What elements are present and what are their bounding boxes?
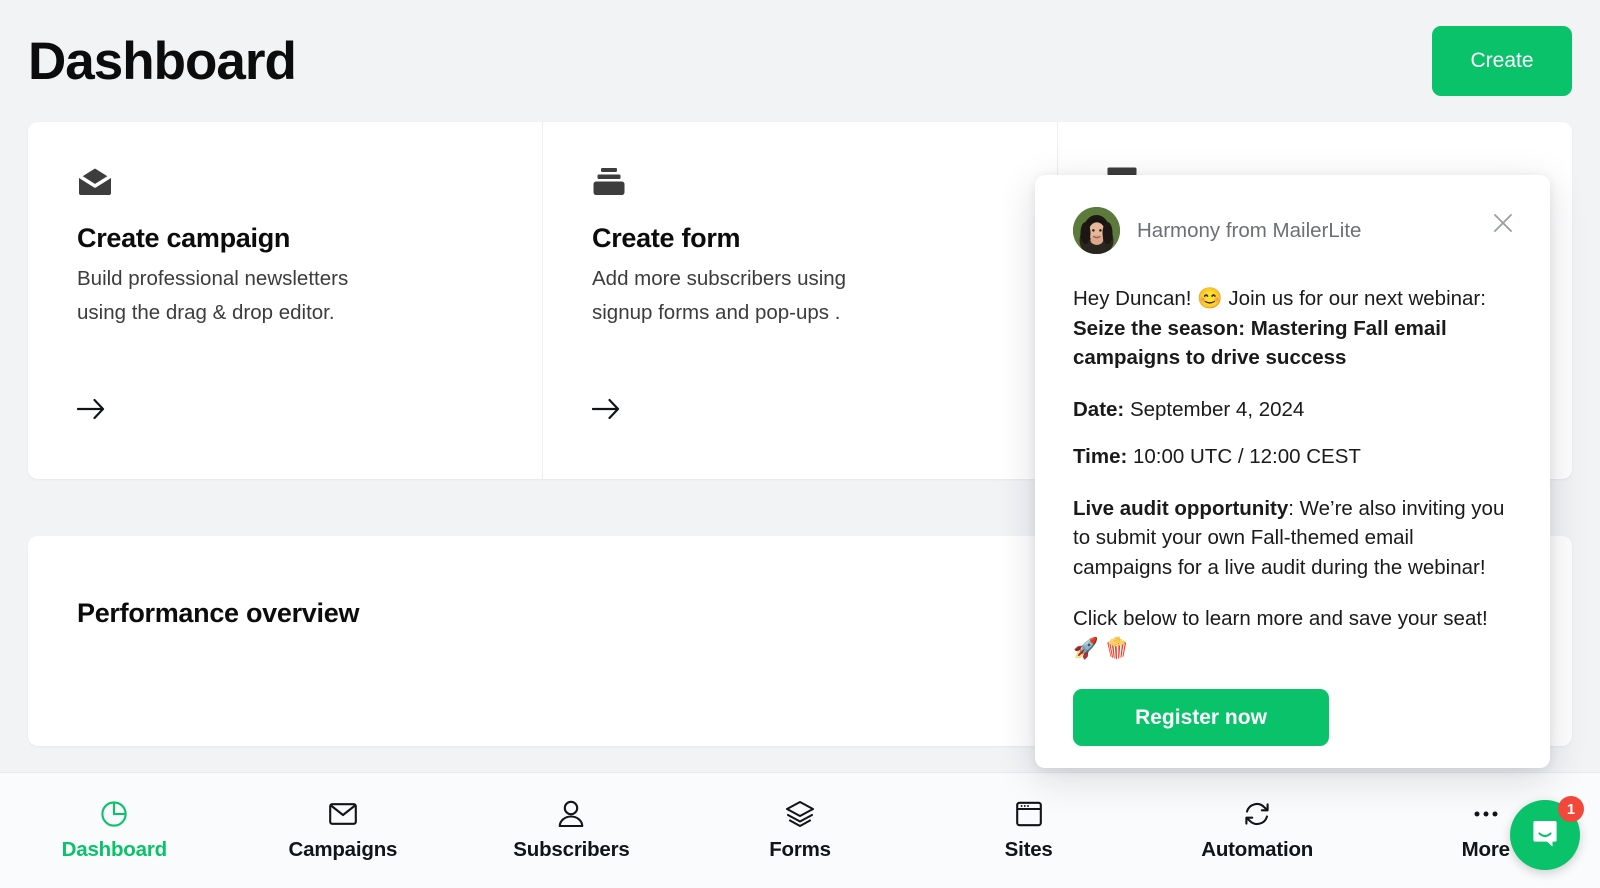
time-label: Time:	[1073, 445, 1127, 468]
card-create-campaign[interactable]: Create campaign Build professional newsl…	[28, 122, 543, 479]
greeting-prefix: Hey Duncan!	[1073, 287, 1197, 310]
page-header: Dashboard Create	[28, 0, 1572, 122]
date-label: Date:	[1073, 398, 1124, 421]
envelope-icon	[329, 799, 357, 829]
chat-time-paragraph: Time: 10:00 UTC / 12:00 CEST	[1073, 442, 1512, 472]
chat-audit-paragraph: Live audit opportunity: We’re also invit…	[1073, 494, 1512, 583]
chat-launcher-button[interactable]: 1	[1510, 800, 1580, 870]
chat-bubble-icon	[1528, 816, 1562, 855]
arrow-right-icon[interactable]	[592, 398, 620, 425]
nav-item-forms[interactable]: Forms	[686, 799, 915, 862]
card-title: Create form	[592, 223, 1008, 254]
nav-item-sites[interactable]: Sites	[914, 799, 1143, 862]
nav-item-subscribers[interactable]: Subscribers	[457, 799, 686, 862]
chat-unread-badge: 1	[1558, 796, 1584, 822]
avatar	[1073, 207, 1120, 254]
pie-chart-icon	[100, 799, 128, 829]
chat-popup-header: Harmony from MailerLite	[1073, 207, 1512, 254]
nav-item-campaigns[interactable]: Campaigns	[229, 799, 458, 862]
browser-icon	[1016, 799, 1042, 829]
nav-label: Automation	[1201, 838, 1313, 862]
close-icon[interactable]	[1488, 208, 1518, 238]
arrow-right-icon[interactable]	[77, 398, 105, 425]
webinar-title: Seize the season: Mastering Fall email c…	[1073, 317, 1447, 370]
bottom-navigation: Dashboard Campaigns Subscribers	[0, 772, 1600, 888]
time-value: 10:00 UTC / 12:00 CEST	[1127, 445, 1361, 468]
nav-label: Forms	[769, 838, 831, 862]
nav-label: Dashboard	[62, 838, 167, 862]
register-now-button[interactable]: Register now	[1073, 689, 1329, 746]
chat-message-popup: Harmony from MailerLite Hey Duncan! 😊 Jo…	[1035, 175, 1550, 768]
nav-item-dashboard[interactable]: Dashboard	[0, 799, 229, 862]
smile-emoji: 😊	[1197, 287, 1223, 310]
nav-label: Sites	[1005, 838, 1053, 862]
refresh-icon	[1243, 799, 1271, 829]
ellipsis-icon	[1472, 799, 1500, 829]
date-value: September 4, 2024	[1124, 398, 1304, 421]
greeting-suffix: Join us for our next webinar:	[1223, 287, 1486, 310]
chat-greeting-paragraph: Hey Duncan! 😊 Join us for our next webin…	[1073, 284, 1512, 373]
chat-date-paragraph: Date: September 4, 2024	[1073, 395, 1512, 425]
card-description: Add more subscribers using signup forms …	[592, 262, 892, 330]
audit-label: Live audit opportunity	[1073, 497, 1288, 520]
nav-label: Campaigns	[289, 838, 398, 862]
card-description: Build professional newsletters using the…	[77, 262, 377, 330]
nav-item-automation[interactable]: Automation	[1143, 799, 1372, 862]
layers-icon	[785, 799, 815, 829]
chat-sender-name: Harmony from MailerLite	[1137, 219, 1361, 243]
card-create-form[interactable]: Create form Add more subscribers using s…	[543, 122, 1058, 479]
form-stack-icon	[592, 167, 1008, 207]
chat-message-body: Hey Duncan! 😊 Join us for our next webin…	[1073, 284, 1512, 746]
chat-cta-paragraph: Click below to learn more and save your …	[1073, 604, 1512, 663]
card-title: Create campaign	[77, 223, 493, 254]
create-button[interactable]: Create	[1432, 26, 1572, 96]
envelope-icon	[77, 167, 493, 207]
nav-label: Subscribers	[513, 838, 629, 862]
person-icon	[558, 799, 584, 829]
nav-label: More	[1462, 838, 1510, 862]
page-title: Dashboard	[28, 35, 296, 88]
